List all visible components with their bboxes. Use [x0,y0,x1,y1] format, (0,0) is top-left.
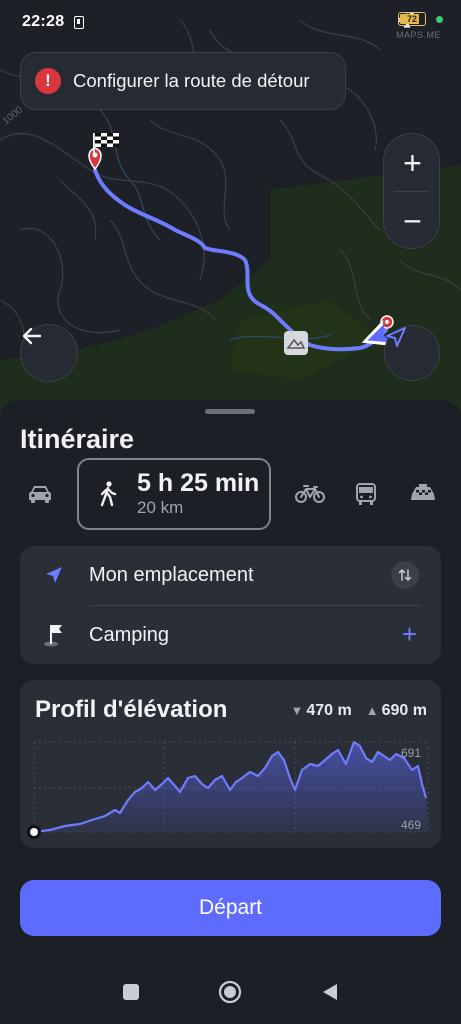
my-location-button[interactable] [384,325,440,381]
waypoints-card: Mon emplacement Camping + [20,546,441,664]
battery-level: 72 [406,14,417,24]
taxi-icon [411,484,435,500]
battery-icon: 72 [398,12,426,26]
sheet-drag-handle[interactable] [205,409,255,414]
mode-car-button[interactable] [20,458,60,530]
waypoint-from[interactable]: Mon emplacement [20,546,441,604]
route-sheet: Itinéraire 5 h 25 min 20 km Mon emplacem… [0,400,461,1024]
bus-icon [356,483,376,505]
status-time: 22:28 [22,13,65,30]
transport-modes: 5 h 25 min 20 km [0,458,461,530]
watermark: MAPS.ME [395,30,441,40]
zoom-in-button[interactable]: + [384,134,441,192]
mode-taxi-button[interactable] [404,458,442,530]
privacy-indicator-dot [436,15,443,23]
add-waypoint-button[interactable]: + [402,620,417,648]
mode-transit-button[interactable] [350,458,382,530]
waypoint-from-label: Mon emplacement [89,563,254,586]
nav-back-button[interactable] [320,982,340,1007]
navigation-arrow-icon [386,327,406,347]
sim-card-icon [74,15,85,29]
swap-vertical-icon [398,569,412,581]
arrow-left-icon [22,327,42,345]
walk-distance: 20 km [137,498,184,517]
walk-duration: 5 h 25 min [137,469,260,497]
triangle-back-icon [323,984,337,1000]
bicycle-icon [295,485,325,503]
square-icon [123,984,139,1000]
system-nav-bar [0,960,461,1024]
waypoint-to[interactable]: Camping + [20,606,441,664]
alert-icon: ! [35,68,61,94]
pedestrian-icon [100,481,117,507]
car-icon [29,486,51,503]
mode-bike-button[interactable] [290,458,330,530]
zoom-control: + − [383,133,440,249]
banner-text: Configurer la route de détour [73,70,310,91]
home-circle-icon [218,980,242,1004]
contour-label: 1000 [1,104,25,127]
depart-button[interactable]: Départ [20,880,441,936]
elevation-profile-card[interactable]: Profil d'élévation ▼ 470 m ▲ 690 m 691 4… [20,680,441,848]
back-button[interactable] [20,324,78,382]
recents-button[interactable] [121,982,141,1007]
start-pin [88,147,102,171]
waypoint-to-label: Camping [89,623,170,646]
home-button[interactable] [218,980,242,1009]
elevation-max-label: 691 [401,746,421,760]
detour-banner[interactable]: ! Configurer la route de détour [20,52,346,110]
zoom-out-button[interactable]: − [384,192,441,250]
elevation-chart: 691 469 [27,740,429,839]
status-bar: 22:28 72 MAPS.ME [0,0,461,44]
flag-icon [42,623,66,647]
map-poi-icon [284,331,308,355]
map-view[interactable]: 1000 22:28 72 MAPS.ME ! Configurer la ro… [0,0,461,420]
mode-walk-button[interactable]: 5 h 25 min 20 km [77,458,271,530]
elevation-min-label: 469 [401,818,421,832]
swap-waypoints-button[interactable] [391,561,419,589]
navigation-arrow-icon [42,563,66,587]
page-title: Itinéraire [20,424,135,454]
